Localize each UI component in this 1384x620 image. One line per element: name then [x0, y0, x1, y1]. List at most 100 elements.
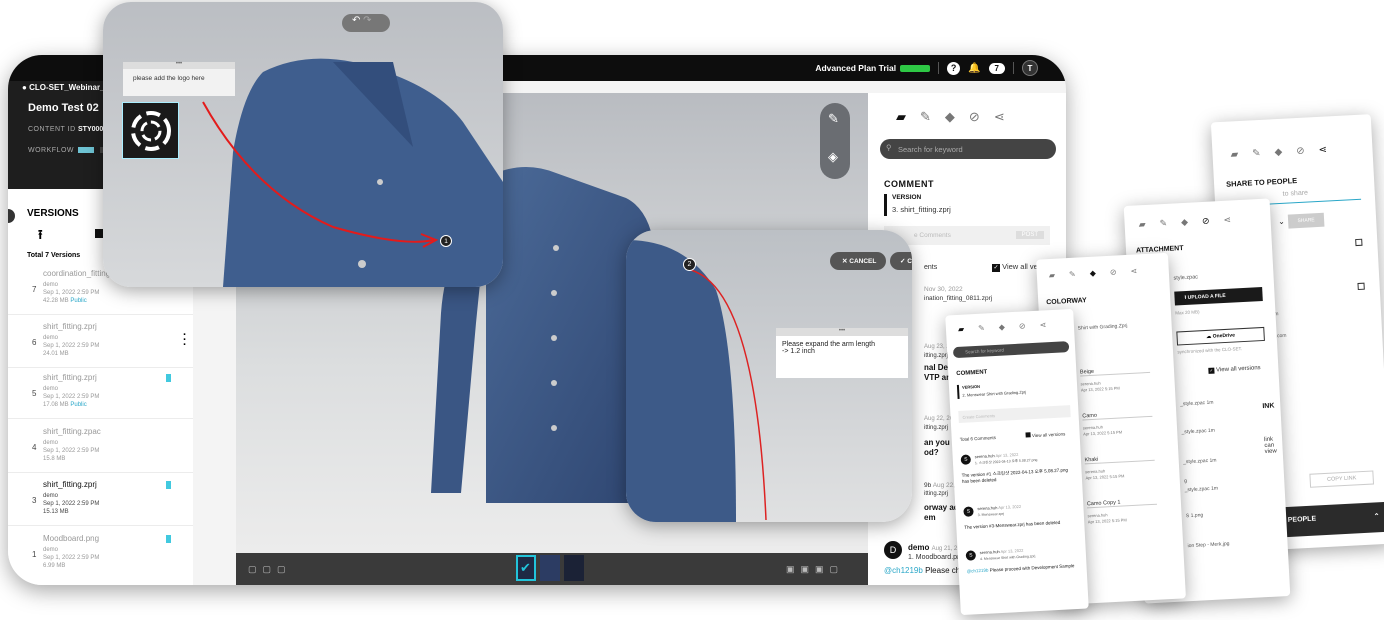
avatar: D	[884, 541, 902, 559]
view-all-versions-toggle[interactable]: View all versions	[1025, 430, 1065, 438]
checkbox-icon[interactable]: ✓	[992, 264, 1000, 272]
post-button[interactable]: POST	[1015, 231, 1044, 239]
annotation-note[interactable]: ••• Please expand the arm length -> 1.2 …	[776, 328, 908, 378]
comment-tab-icon[interactable]: ▰	[1049, 271, 1056, 280]
note-handle[interactable]: •••	[123, 61, 235, 69]
colorway-icon[interactable]: ◈	[828, 149, 838, 165]
bell-icon[interactable]: 🔔	[968, 63, 980, 74]
thumbnail-selected[interactable]: ✔	[516, 555, 536, 581]
version-number: 3	[32, 496, 37, 505]
collapse-handle[interactable]	[8, 209, 15, 223]
version-row[interactable]: 1 Moodboard.png demo Sep 1, 2022 2:59 PM 6…	[8, 530, 193, 580]
share-title: SHARE TO PEOPLE	[1225, 176, 1298, 189]
checkbox-icon[interactable]	[1025, 432, 1031, 438]
colorway-tab-icon[interactable]: ◆	[945, 109, 955, 125]
version-name: shirt_fitting.zpac	[43, 427, 101, 436]
workflow-status-bar[interactable]	[78, 147, 94, 153]
create-comment-input[interactable]: Create Comments	[958, 405, 1071, 423]
colorway-item[interactable]: Camo Copy 1	[1086, 497, 1158, 509]
search-icon: ⚲	[886, 143, 892, 152]
version-row[interactable]: 5 shirt_fitting.zprj demo Sep 1, 2022 2:5…	[8, 369, 193, 419]
view-all-versions-toggle[interactable]: ✓ View all versions	[1208, 365, 1261, 374]
colorway-item[interactable]: Beige	[1079, 365, 1151, 377]
annotation-tab-icon[interactable]: ✎	[920, 109, 931, 125]
copy-link-button[interactable]: COPY LINK	[1309, 470, 1375, 488]
comment-tab-icon[interactable]: ▰	[1230, 149, 1238, 160]
redo-icon[interactable]: ↷	[363, 15, 371, 26]
comment-tab-icon[interactable]: ▰	[958, 325, 965, 334]
avatar[interactable]: T	[1022, 60, 1038, 76]
panel-tab-row: ▰ ✎ ◆ ⊘ ⋖	[1138, 215, 1231, 231]
comment-text: @ch1219b Please proceed with Development…	[966, 563, 1075, 574]
help-icon[interactable]: ?	[947, 61, 961, 75]
version-row[interactable]: 6 shirt_fitting.zprj demo Sep 1, 2022 2:5…	[8, 318, 193, 368]
colorway-tab-icon[interactable]: ◆	[1089, 269, 1096, 278]
annotation-tab-icon[interactable]: ✎	[978, 324, 985, 333]
comment-title: COMMENT	[956, 369, 988, 378]
version-bar	[884, 194, 887, 216]
version-row[interactable]: 4 shirt_fitting.zpac demo Sep 1, 2022 2:5…	[8, 423, 193, 473]
checkbox-icon[interactable]: ✓	[1208, 367, 1215, 374]
annotation-tab-icon[interactable]: ✎	[1252, 148, 1261, 159]
upload-icon[interactable]: ⭱	[38, 226, 43, 248]
view-tool-icons[interactable]: ▢▢▢	[248, 564, 292, 575]
annotation-tab-icon[interactable]: ✎	[1159, 218, 1167, 229]
share-tab-icon[interactable]: ⋖	[1318, 144, 1327, 155]
comment-user: demo Aug 21, 20	[908, 543, 961, 552]
mention-link[interactable]: @ch1219b	[967, 568, 989, 574]
attachment-tab-icon[interactable]: ⊘	[969, 109, 980, 125]
undo-icon[interactable]: ↶	[352, 15, 360, 26]
share-tab-icon[interactable]: ⋖	[1039, 320, 1046, 329]
screen-tool-icons[interactable]: ▣▣▣▢	[786, 564, 844, 575]
annotate-icon[interactable]: ✎	[828, 111, 839, 127]
mention-link[interactable]: @ch1219b	[884, 566, 923, 575]
thumbnail[interactable]	[564, 555, 584, 581]
cancel-button[interactable]: ✕ CANCEL	[830, 252, 886, 270]
remove-icon[interactable]	[1357, 282, 1365, 291]
annotation-pin[interactable]: 1	[440, 235, 452, 247]
notification-count[interactable]: 7	[988, 62, 1005, 74]
confirm-button[interactable]: ✓ COM	[890, 252, 912, 270]
attachment-tab-icon[interactable]: ⊘	[1296, 146, 1305, 157]
undo-redo-control[interactable]: ↶ ↷	[342, 14, 390, 32]
annotation-pin[interactable]: 2	[683, 258, 696, 271]
more-options-icon[interactable]: · · ·	[183, 330, 187, 351]
annotation-tab-icon[interactable]: ✎	[1069, 270, 1076, 279]
colorway-file: Shirt with Grading.Zprj	[1077, 323, 1128, 332]
logo-annotation-card: ↶ ↷ 1 ••• please add the logo here	[103, 2, 503, 287]
colorway-tab-icon[interactable]: ◆	[999, 322, 1006, 331]
attachment-tab-icon[interactable]: ⊘	[1019, 321, 1026, 330]
attachment-tab-icon[interactable]: ⊘	[1202, 216, 1210, 227]
logo-image[interactable]	[122, 102, 179, 159]
comment-tab-icon[interactable]: ▰	[1138, 219, 1145, 230]
version-meta: demo Sep 1, 2022 2:59 PM 17.08 MB Public	[43, 386, 100, 408]
note-handle[interactable]: •••	[776, 328, 908, 336]
plan-trial-label[interactable]: Advanced Plan Trial	[815, 63, 931, 73]
comment-date: Nov 30, 2022	[924, 286, 963, 293]
share-tab-icon[interactable]: ⋖	[994, 109, 1005, 125]
colorway-item[interactable]: Camo	[1082, 409, 1153, 421]
share-tab-icon[interactable]: ⋖	[1130, 266, 1137, 275]
version-row[interactable]: 3 shirt_fitting.zprj demo Sep 1, 2022 2:5…	[8, 476, 193, 526]
thumbnail[interactable]	[540, 555, 560, 581]
attachment-tab-icon[interactable]: ⊘	[1110, 268, 1117, 277]
versions-total: Total 7 Versions	[27, 252, 81, 259]
chevron-up-icon[interactable]: ⌃	[1374, 512, 1380, 520]
upload-button[interactable]: ⭱ UPLOAD A FILE	[1174, 286, 1263, 306]
check-icon: ✔	[520, 560, 531, 575]
colorway-tab-icon[interactable]: ◆	[1181, 217, 1188, 228]
compare-icon[interactable]	[95, 229, 103, 238]
onedrive-button[interactable]: ☁ OneDrive	[1176, 326, 1265, 346]
share-tab-icon[interactable]: ⋖	[1223, 215, 1231, 226]
search-input[interactable]: Search for keyword	[952, 341, 1070, 359]
chevron-down-icon[interactable]: ⌄	[1278, 217, 1285, 226]
search-input[interactable]: ⚲ Search for keyword	[880, 139, 1056, 159]
attachment-file: S 1.png	[1185, 512, 1204, 520]
colorway-item[interactable]: Khaki	[1084, 453, 1155, 465]
attachment-file: _style.zpac 1m	[1184, 485, 1219, 494]
colorway-tab-icon[interactable]: ◆	[1274, 147, 1282, 158]
annotation-note[interactable]: ••• please add the logo here	[123, 61, 235, 96]
comment-tab-icon[interactable]: ▰	[896, 109, 906, 125]
remove-icon[interactable]	[1355, 238, 1363, 247]
share-button[interactable]: SHARE	[1287, 212, 1325, 229]
